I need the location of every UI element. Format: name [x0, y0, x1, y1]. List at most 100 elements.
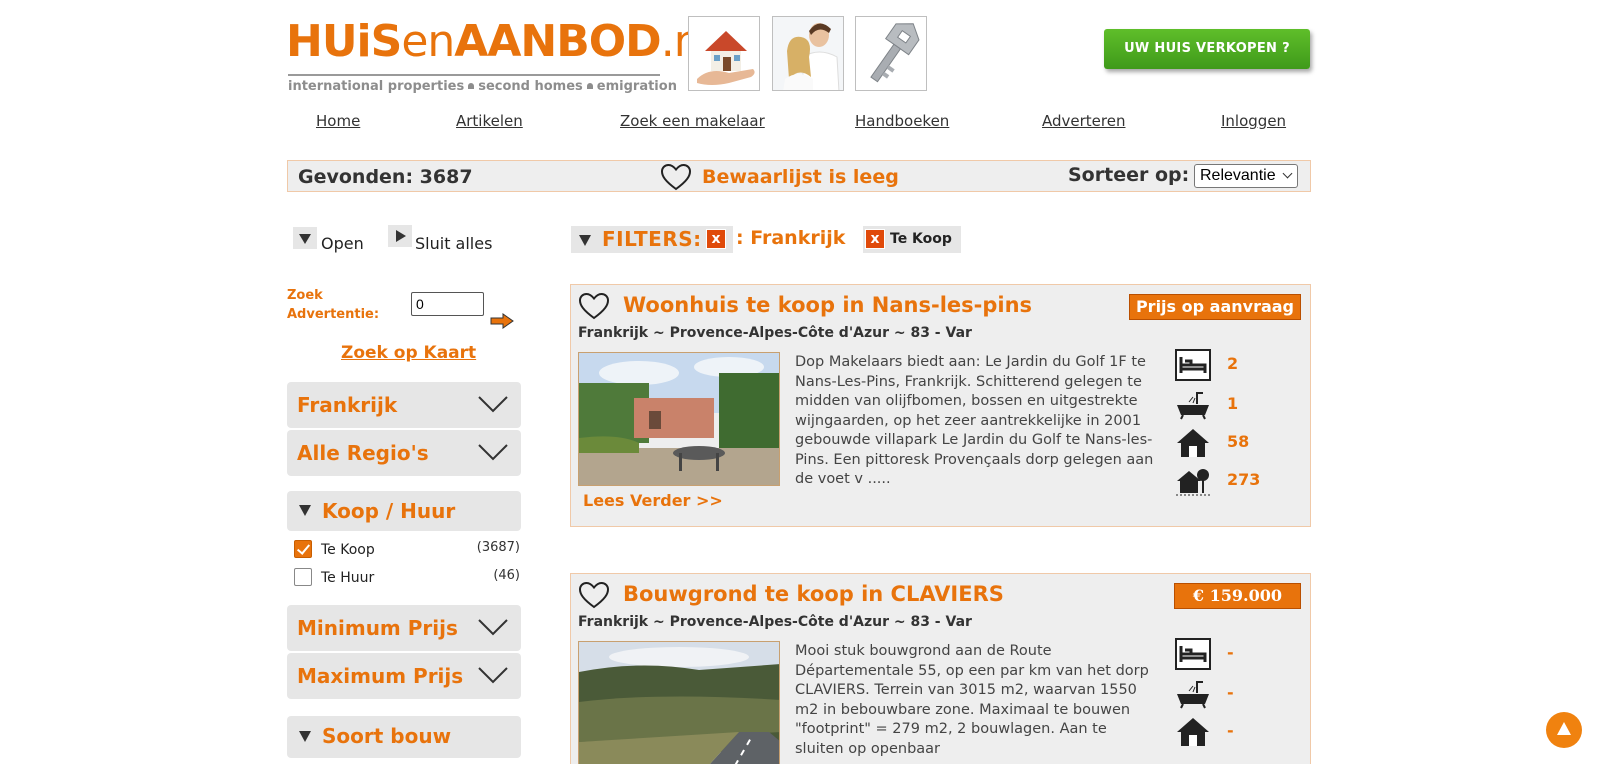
filter-panel-region[interactable]: Alle Regio's — [287, 430, 521, 476]
option-label: Te Koop — [321, 542, 375, 558]
main-nav: Home Artikelen Zoek een makelaar Handboe… — [286, 112, 1310, 134]
listing-photo[interactable] — [578, 352, 780, 486]
remove-country-filter-button[interactable]: x — [706, 229, 726, 249]
bed-icon — [1175, 638, 1211, 670]
listing-description: Mooi stuk bouwgrond aan de Route Départe… — [795, 643, 1149, 757]
filter-panel-max-price[interactable]: Maximum Prijs — [287, 653, 521, 699]
panel-title: Alle Regio's — [297, 441, 429, 465]
listing-price: Prijs op aanvraag — [1128, 294, 1301, 320]
triangle-right-icon — [396, 230, 406, 242]
stat-bathrooms: - — [1175, 678, 1295, 710]
listing-location: Frankrijk ~ Provence-Alpes-Côte d'Azur ~… — [578, 325, 972, 341]
sell-house-button[interactable]: UW HUIS VERKOPEN ? — [1104, 29, 1310, 69]
nav-inloggen[interactable]: Inloggen — [1221, 112, 1286, 130]
option-count: (46) — [493, 568, 520, 583]
stat-bedrooms: 2 — [1175, 349, 1295, 381]
filter-type-value: Te Koop — [890, 231, 952, 247]
bed-icon — [1175, 349, 1211, 381]
nav-home[interactable]: Home — [316, 112, 360, 130]
stat-value: - — [1227, 643, 1234, 662]
stat-value: - — [1227, 721, 1234, 740]
sort-value: Relevantie — [1200, 167, 1276, 184]
chevron-down-icon — [478, 619, 508, 636]
panel-title: Maximum Prijs — [297, 664, 464, 688]
back-to-top-button[interactable] — [1546, 712, 1582, 748]
filter-panel-min-price[interactable]: Minimum Prijs — [287, 605, 521, 651]
panel-title: Soort bouw — [322, 724, 452, 748]
stat-bedrooms: - — [1175, 638, 1295, 670]
sort-select[interactable]: Relevantie — [1194, 164, 1298, 188]
logo-tagline: international properties second homes emig… — [288, 79, 677, 94]
option-count: (3687) — [476, 540, 520, 555]
logo-divider — [288, 74, 660, 76]
filter-panel-build-type[interactable]: Soort bouw — [287, 716, 521, 758]
results-bar: Gevonden: 3687 Bewaarlijst is leeg Sorte… — [287, 160, 1311, 192]
arrow-right-icon[interactable] — [490, 313, 514, 329]
stat-value: 1 — [1227, 394, 1239, 413]
read-more-link[interactable]: Lees Verder >> — [583, 491, 723, 510]
bathtub-icon — [1177, 392, 1209, 420]
remove-type-filter-button[interactable]: x — [865, 229, 885, 249]
chevron-down-icon — [1282, 168, 1293, 179]
listing-photo[interactable] — [578, 641, 780, 764]
happy-couple-image — [772, 16, 844, 91]
checkbox-te-huur[interactable] — [294, 568, 312, 586]
heart-icon — [660, 163, 692, 191]
filter-panel-country[interactable]: Frankrijk — [287, 382, 521, 428]
option-te-huur[interactable]: Te Huur (46) — [294, 568, 520, 588]
triangle-down-icon — [299, 505, 311, 516]
nav-handboeken[interactable]: Handboeken — [855, 112, 949, 130]
logo-text: HUiSenAANBOD.nl — [286, 16, 713, 67]
sort-label: Sorteer op: — [1068, 164, 1190, 186]
site-logo[interactable]: HUiSenAANBOD.nl international properties… — [286, 16, 713, 96]
house-key-image — [855, 16, 927, 91]
bathtub-icon — [1177, 681, 1209, 709]
listing-price: € 159.000 — [1173, 583, 1301, 609]
nav-artikelen[interactable]: Artikelen — [456, 112, 523, 130]
panel-title: Koop / Huur — [322, 499, 456, 523]
listing-card: Woonhuis te koop in Nans-les-pins Prijs … — [570, 284, 1311, 527]
house-in-hand-image — [688, 16, 760, 91]
favorites-label: Bewaarlijst is leeg — [702, 166, 899, 188]
open-all-label[interactable]: Open — [321, 234, 364, 253]
stat-value: 2 — [1227, 354, 1239, 373]
stat-living-area: - — [1175, 716, 1295, 748]
checkbox-te-koop[interactable] — [294, 540, 312, 558]
stat-value: 58 — [1227, 432, 1250, 451]
ad-search-input[interactable]: 0 — [411, 292, 484, 316]
house-icon — [1177, 718, 1209, 746]
filters-label: FILTERS: — [602, 227, 702, 251]
stat-bathrooms: 1 — [1175, 389, 1295, 421]
close-all-label[interactable]: Sluit alles — [415, 234, 492, 253]
listing-description: Dop Makelaars biedt aan: Le Jardin du Go… — [795, 354, 1154, 487]
results-count: Gevonden: 3687 — [298, 166, 473, 188]
stat-plot-area: 273 — [1175, 465, 1295, 497]
listing-title[interactable]: Bouwgrond te koop in CLAVIERS — [623, 582, 1004, 606]
search-ad-label: Zoek Advertentie: — [287, 288, 380, 322]
option-te-koop[interactable]: Te Koop (3687) — [294, 540, 520, 560]
heart-icon[interactable] — [578, 581, 610, 609]
filter-panel-buy-rent[interactable]: Koop / Huur — [287, 491, 521, 531]
nav-adverteren[interactable]: Adverteren — [1042, 112, 1125, 130]
nav-zoek-makelaar[interactable]: Zoek een makelaar — [620, 112, 765, 130]
panel-title: Frankrijk — [297, 393, 398, 417]
close-all-toggle[interactable] — [388, 225, 412, 247]
panel-title: Minimum Prijs — [297, 616, 458, 640]
listing-title[interactable]: Woonhuis te koop in Nans-les-pins — [623, 293, 1032, 317]
triangle-down-icon — [299, 234, 311, 244]
open-all-toggle[interactable] — [293, 227, 317, 249]
chevron-down-icon — [478, 444, 508, 461]
filter-country-value: : Frankrijk — [736, 227, 846, 249]
listing-card: Bouwgrond te koop in CLAVIERS € 159.000 … — [570, 573, 1311, 764]
stat-value: - — [1227, 683, 1234, 702]
heart-icon[interactable] — [578, 292, 610, 320]
triangle-down-icon — [579, 235, 591, 246]
option-label: Te Huur — [321, 570, 375, 586]
stat-living-area: 58 — [1175, 427, 1295, 459]
listing-location: Frankrijk ~ Provence-Alpes-Côte d'Azur ~… — [578, 614, 972, 630]
filter-type-chip: x Te Koop — [863, 226, 961, 253]
house-plot-icon — [1176, 469, 1210, 496]
filters-toggle[interactable]: FILTERS: x — [571, 226, 733, 253]
triangle-down-icon — [299, 731, 311, 742]
map-search-link[interactable]: Zoek op Kaart — [341, 343, 476, 363]
